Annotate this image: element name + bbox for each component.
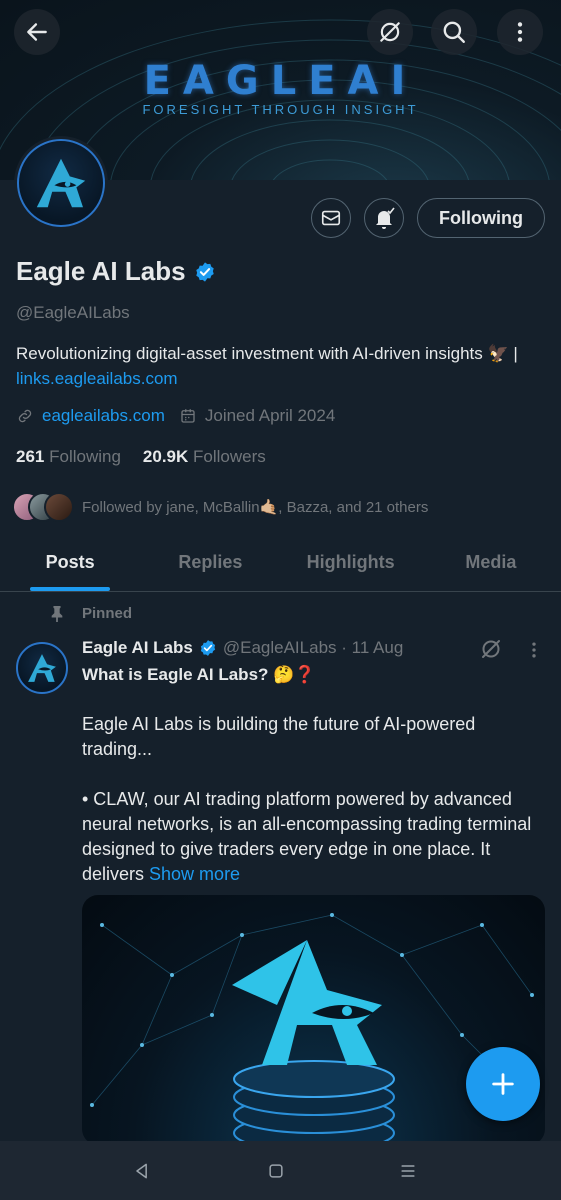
post-body[interactable]: Eagle AI Labs is building the future of … (82, 712, 544, 887)
tab-media[interactable]: Media (421, 536, 561, 591)
calendar-icon (181, 409, 195, 423)
tab-posts[interactable]: Posts (0, 536, 140, 591)
post-paragraph: Eagle AI Labs is building the future of … (82, 714, 476, 759)
show-more-link[interactable]: Show more (149, 864, 240, 884)
tab-label: Posts (45, 552, 95, 572)
bio-text: Revolutionizing digital-asset investment… (16, 344, 518, 363)
followers-count-link[interactable]: 20.9K Followers (143, 447, 266, 467)
website-link[interactable]: eagleailabs.com (42, 406, 165, 426)
verified-badge-icon[interactable] (194, 261, 216, 283)
followed-by-row[interactable]: Followed by jane, McBallin🤙🏼, Bazza, and… (12, 490, 428, 524)
post-header: Eagle AI Labs @EagleAILabs · 11 Aug (82, 638, 403, 658)
compose-button[interactable] (466, 1047, 540, 1121)
message-button[interactable] (311, 198, 351, 238)
tab-label: Highlights (306, 552, 395, 572)
active-tab-indicator (30, 587, 111, 591)
verified-badge-icon (200, 640, 215, 656)
profile-meta: eagleailabs.com Joined April 2024 (16, 406, 335, 426)
nav-home-button[interactable] (264, 1159, 288, 1183)
profile-handle: @EagleAILabs (16, 303, 130, 322)
more-vertical-icon (517, 22, 523, 42)
profile-bio: Revolutionizing digital-asset investment… (16, 341, 536, 391)
post-title: What is Eagle AI Labs? 🤔❓ (82, 665, 316, 684)
following-button[interactable]: Following (417, 198, 545, 238)
search-button[interactable] (431, 9, 477, 55)
post-author[interactable]: Eagle AI Labs (82, 638, 193, 658)
triangle-back-icon (136, 1163, 147, 1179)
profile-name-row: Eagle AI Labs (16, 256, 216, 287)
grok-button[interactable] (367, 9, 413, 55)
tab-replies[interactable]: Replies (140, 536, 280, 591)
back-button[interactable] (14, 9, 60, 55)
more-button[interactable] (497, 9, 543, 55)
pin-icon (51, 605, 63, 622)
square-home-icon (269, 1164, 283, 1178)
profile-avatar[interactable] (14, 136, 108, 230)
eagle-logo-icon (36, 158, 86, 208)
link-icon (18, 409, 32, 423)
search-icon (443, 21, 465, 43)
following-count-link[interactable]: 261 Following (16, 447, 121, 467)
following-label: Following (49, 447, 121, 466)
nav-recents-button[interactable] (396, 1159, 420, 1183)
eagle-logo-icon (28, 654, 56, 682)
followers-label: Followers (193, 447, 266, 466)
followers-count: 20.9K (142, 447, 189, 466)
post-handle-date: @EagleAILabs · 11 Aug (222, 638, 404, 657)
pinned-label: Pinned (82, 605, 133, 622)
tab-label: Replies (178, 552, 243, 572)
pinned-indicator: Pinned (50, 605, 132, 622)
more-vertical-icon[interactable] (524, 640, 544, 660)
post-avatar[interactable] (16, 642, 68, 694)
tab-label: Media (465, 552, 517, 572)
profile-tabs: Posts Replies Highlights Media (0, 536, 561, 592)
tab-highlights[interactable]: Highlights (281, 536, 421, 591)
banner-brand: EAGLEAI (143, 58, 418, 104)
slash-circle-icon (380, 22, 400, 42)
nav-back-button[interactable] (130, 1159, 154, 1183)
system-navbar (0, 1141, 561, 1200)
plus-icon (492, 1073, 514, 1095)
bio-link[interactable]: links.eagleailabs.com (16, 369, 178, 388)
joined-date: Joined April 2024 (204, 406, 336, 425)
envelope-icon (321, 210, 341, 226)
followed-by-text: Followed by jane, McBallin🤙🏼, Bazza, and… (82, 499, 429, 516)
banner-tagline: FORESIGHT THROUGH INSIGHT (142, 102, 419, 117)
bell-check-icon (376, 207, 395, 229)
profile-name: Eagle AI Labs (16, 256, 186, 286)
menu-lines-icon (401, 1165, 415, 1177)
follow-counts: 261 Following 20.9K Followers (16, 447, 266, 467)
notifications-button[interactable] (364, 198, 404, 238)
following-count: 261 (16, 447, 45, 466)
avatar (44, 492, 74, 522)
slash-circle-icon[interactable] (479, 637, 503, 661)
arrow-left-icon (27, 23, 47, 41)
